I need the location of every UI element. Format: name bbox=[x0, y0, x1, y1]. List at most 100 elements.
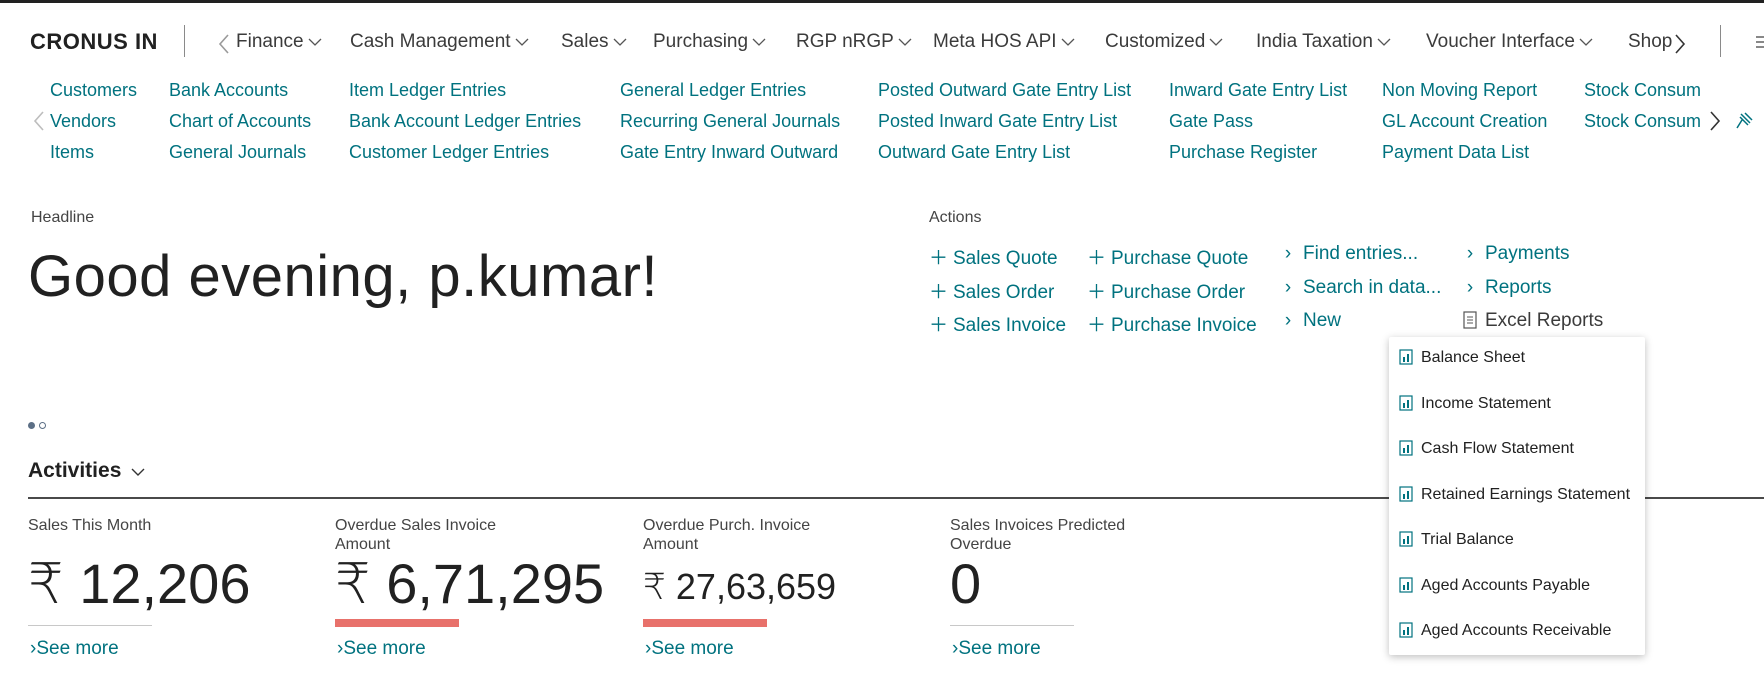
menu-item-balance-sheet[interactable]: Balance Sheet bbox=[1399, 349, 1525, 367]
sublink-vendors[interactable]: Vendors bbox=[50, 111, 116, 132]
menu-rgp-nrgp[interactable]: RGP nRGP bbox=[796, 31, 912, 53]
sublink-non-moving-report[interactable]: Non Moving Report bbox=[1382, 80, 1537, 101]
sublink-gate-pass[interactable]: Gate Pass bbox=[1169, 111, 1253, 132]
sublink-payment-data-list[interactable]: Payment Data List bbox=[1382, 142, 1529, 163]
company-name[interactable]: CRONUS IN bbox=[30, 29, 158, 55]
sublink-general-journals[interactable]: General Journals bbox=[169, 142, 306, 163]
menu-cash-management[interactable]: Cash Management bbox=[350, 31, 529, 53]
sublink-items[interactable]: Items bbox=[50, 142, 94, 163]
more-menu-icon[interactable] bbox=[1756, 35, 1764, 49]
sublink-item-ledger-entries[interactable]: Item Ledger Entries bbox=[349, 80, 506, 101]
action-purchase-invoice[interactable]: ＋ Purchase Invoice bbox=[1087, 310, 1257, 337]
menu-label: India Taxation bbox=[1256, 31, 1373, 53]
action-find-entries[interactable]: › Find entries... bbox=[1279, 243, 1418, 265]
menu-purchasing[interactable]: Purchasing bbox=[653, 31, 766, 53]
excel-report-icon bbox=[1399, 395, 1413, 411]
chevron-right-icon: › bbox=[1466, 277, 1474, 298]
action-purchase-quote[interactable]: ＋ Purchase Quote bbox=[1087, 243, 1248, 270]
sublink-general-ledger-entries[interactable]: General Ledger Entries bbox=[620, 80, 806, 101]
sublink-purchase-register[interactable]: Purchase Register bbox=[1169, 142, 1317, 163]
chevron-down-icon bbox=[308, 31, 322, 53]
carousel-dot[interactable] bbox=[39, 422, 46, 429]
sublink-posted-outward-gate-entry-list[interactable]: Posted Outward Gate Entry List bbox=[878, 80, 1131, 101]
sublink-stock-consumption-2[interactable]: Stock Consum bbox=[1584, 111, 1706, 132]
menu-item-aged-accounts-receivable[interactable]: Aged Accounts Receivable bbox=[1399, 622, 1611, 640]
sublink-customer-ledger-entries[interactable]: Customer Ledger Entries bbox=[349, 142, 549, 163]
action-reports[interactable]: › Reports bbox=[1461, 277, 1552, 299]
tile-status-bar-alert bbox=[335, 619, 459, 627]
menu-label: Meta HOS API bbox=[933, 31, 1057, 53]
menu-label: Voucher Interface bbox=[1426, 31, 1575, 53]
menu-customized[interactable]: Customized bbox=[1105, 31, 1223, 53]
sublink-customers[interactable]: Customers bbox=[50, 80, 137, 101]
sublink-chart-of-accounts[interactable]: Chart of Accounts bbox=[169, 111, 311, 132]
sublink-outward-gate-entry-list[interactable]: Outward Gate Entry List bbox=[878, 142, 1070, 163]
menu-voucher-interface[interactable]: Voucher Interface bbox=[1426, 31, 1593, 53]
chevron-down-icon bbox=[1579, 31, 1593, 53]
chevron-right-icon: › bbox=[1466, 243, 1474, 264]
action-sales-order[interactable]: ＋ Sales Order bbox=[929, 277, 1054, 304]
menu-label: Customized bbox=[1105, 31, 1206, 53]
sublink-bank-account-ledger-entries[interactable]: Bank Account Ledger Entries bbox=[349, 111, 581, 132]
action-payments[interactable]: › Payments bbox=[1461, 243, 1570, 265]
tile-value-sales-invoices-predicted-overdue[interactable]: 0 bbox=[950, 551, 981, 616]
action-new[interactable]: › New bbox=[1279, 310, 1341, 332]
excel-reports-dropdown: Balance Sheet Income Statement Cash Flow… bbox=[1389, 337, 1645, 655]
menu-scroll-right-icon[interactable] bbox=[1674, 33, 1686, 55]
top-navigation: CRONUS IN Finance Cash Management Sales … bbox=[0, 3, 1764, 83]
sublinks-scroll-right-icon[interactable] bbox=[1709, 110, 1721, 132]
menu-item-retained-earnings-statement[interactable]: Retained Earnings Statement bbox=[1399, 486, 1630, 504]
sublink-inward-gate-entry-list[interactable]: Inward Gate Entry List bbox=[1169, 80, 1347, 101]
see-more-link[interactable]: ›See more bbox=[645, 638, 734, 660]
sublink-gl-account-creation[interactable]: GL Account Creation bbox=[1382, 111, 1547, 132]
plus-icon: ＋ bbox=[929, 315, 949, 336]
tile-label-sales-invoices-predicted-overdue: Sales Invoices Predicted Overdue bbox=[950, 517, 1126, 553]
action-purchase-order[interactable]: ＋ Purchase Order bbox=[1087, 277, 1245, 304]
menu-shop[interactable]: Shop bbox=[1628, 31, 1678, 53]
tile-label-sales-this-month: Sales This Month bbox=[28, 517, 152, 534]
carousel-dot-active[interactable] bbox=[28, 422, 35, 429]
action-sales-invoice[interactable]: ＋ Sales Invoice bbox=[929, 310, 1066, 337]
menu-sales[interactable]: Sales bbox=[561, 31, 627, 53]
menu-item-income-statement[interactable]: Income Statement bbox=[1399, 395, 1551, 413]
menu-finance[interactable]: Finance bbox=[236, 31, 322, 53]
action-search-in-data[interactable]: › Search in data... bbox=[1279, 277, 1442, 299]
menu-item-trial-balance[interactable]: Trial Balance bbox=[1399, 531, 1514, 549]
sublink-gate-entry-inward-outward[interactable]: Gate Entry Inward Outward bbox=[620, 142, 838, 163]
menu-item-cash-flow-statement[interactable]: Cash Flow Statement bbox=[1399, 440, 1574, 458]
menu-india-taxation[interactable]: India Taxation bbox=[1256, 31, 1391, 53]
menu-label: RGP nRGP bbox=[796, 31, 894, 53]
sublinks-scroll-left-icon[interactable] bbox=[33, 110, 45, 132]
pin-icon[interactable] bbox=[1734, 111, 1754, 131]
see-more-link[interactable]: ›See more bbox=[337, 638, 426, 660]
sublink-posted-inward-gate-entry-list[interactable]: Posted Inward Gate Entry List bbox=[878, 111, 1117, 132]
menu-scroll-left-icon[interactable] bbox=[218, 33, 230, 55]
plus-icon: ＋ bbox=[1087, 282, 1107, 303]
tile-value-overdue-purch-invoice[interactable]: ₹ 27,63,659 bbox=[643, 566, 836, 608]
menu-label: Purchasing bbox=[653, 31, 749, 53]
tile-value-overdue-sales-invoice[interactable]: ₹ 6,71,295 bbox=[335, 551, 604, 617]
excel-report-icon bbox=[1399, 440, 1413, 456]
chevron-right-icon: › bbox=[1284, 277, 1292, 298]
action-sales-quote[interactable]: ＋ Sales Quote bbox=[929, 243, 1058, 270]
tile-status-bar bbox=[950, 625, 1074, 626]
sublink-recurring-general-journals[interactable]: Recurring General Journals bbox=[620, 111, 840, 132]
menu-item-aged-accounts-payable[interactable]: Aged Accounts Payable bbox=[1399, 577, 1590, 595]
see-more-link[interactable]: ›See more bbox=[30, 638, 119, 660]
excel-report-icon bbox=[1399, 531, 1413, 547]
menu-label: Shop bbox=[1628, 31, 1673, 52]
chevron-down-icon bbox=[752, 31, 766, 53]
excel-report-icon bbox=[1399, 486, 1413, 502]
see-more-link[interactable]: ›See more bbox=[952, 638, 1041, 660]
sublink-stock-consumption-1[interactable]: Stock Consum bbox=[1584, 80, 1706, 101]
activities-header[interactable]: Activities bbox=[28, 459, 145, 483]
tile-value-sales-this-month[interactable]: ₹ 12,206 bbox=[28, 551, 250, 617]
plus-icon: ＋ bbox=[929, 248, 949, 269]
chevron-down-icon bbox=[515, 31, 529, 53]
menu-meta-hos-api[interactable]: Meta HOS API bbox=[933, 31, 1075, 53]
brand-separator bbox=[184, 25, 185, 57]
chevron-down-icon bbox=[131, 468, 145, 476]
nav-separator bbox=[1720, 25, 1721, 57]
sublink-bank-accounts[interactable]: Bank Accounts bbox=[169, 80, 288, 101]
action-excel-reports[interactable]: Excel Reports bbox=[1461, 310, 1603, 332]
